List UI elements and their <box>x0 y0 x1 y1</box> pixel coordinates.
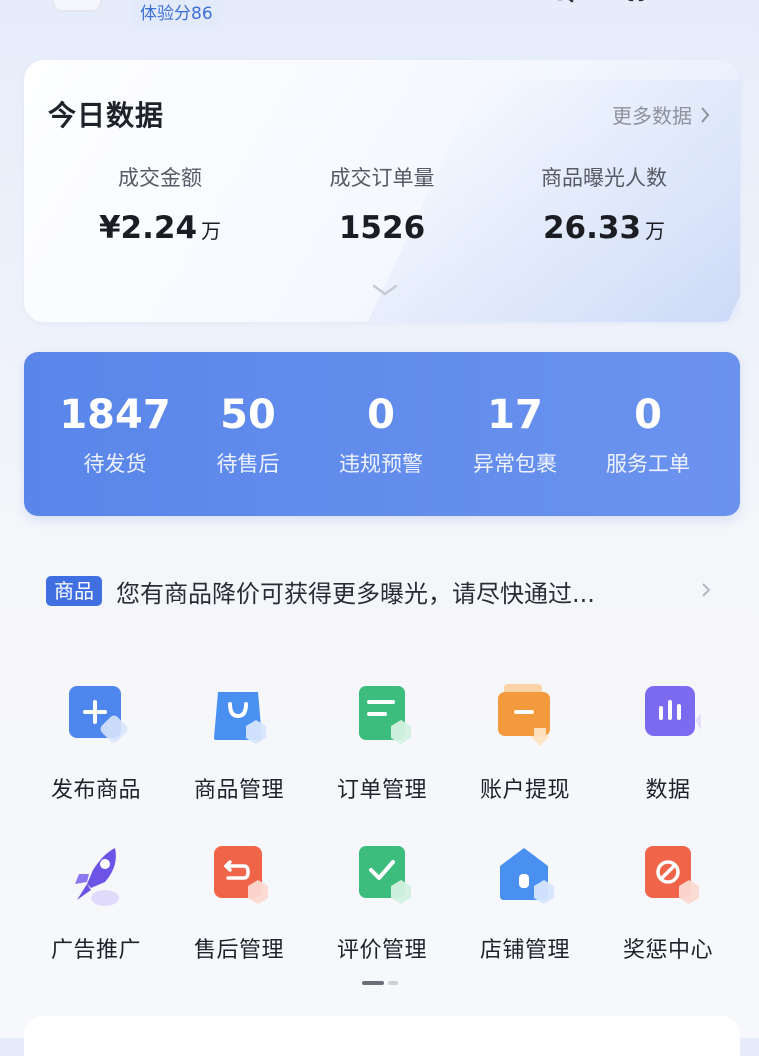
feature-label: 订单管理 <box>336 778 427 803</box>
top-bar: 体验分86 <box>0 0 759 40</box>
today-data-card: 今日数据 更多数据 成交金额 ¥2.24 万 成交订单量 1526 商品曝光人数 … <box>24 60 740 322</box>
chevron-right-icon <box>701 106 710 123</box>
metric-label: 商品曝光人数 <box>541 166 667 190</box>
stat-label: 服务工单 <box>606 452 690 476</box>
stat-service-ticket[interactable]: 0 服务工单 <box>581 392 715 478</box>
rocket-icon <box>75 848 119 906</box>
next-section-card <box>24 1016 740 1056</box>
feature-label: 商品管理 <box>193 778 284 803</box>
shop-avatar[interactable] <box>52 0 102 12</box>
feature-product-management[interactable]: 商品管理 <box>169 684 309 804</box>
stat-label: 待发货 <box>83 452 147 476</box>
feature-label: 售后管理 <box>193 938 284 963</box>
metric-exposure-users[interactable]: 商品曝光人数 26.33 万 <box>494 162 714 246</box>
more-data-link[interactable]: 更多数据 <box>612 100 710 129</box>
metric-label: 成交订单量 <box>329 166 435 190</box>
stat-pending-shipment[interactable]: 1847 待发货 <box>48 392 182 478</box>
bar-chart-icon <box>645 686 701 736</box>
order-stats-card: 1847 待发货 50 待售后 0 违规预警 17 异常包裹 0 服务工单 <box>24 352 740 516</box>
publish-product-icon <box>69 686 128 743</box>
notice-tag: 商品 <box>46 576 102 606</box>
stat-label: 待售后 <box>216 452 280 476</box>
headset-icon[interactable] <box>622 0 650 10</box>
order-list-icon <box>359 686 411 744</box>
metric-value-row: 1526 <box>272 210 492 246</box>
stat-label: 异常包裹 <box>473 452 557 476</box>
expand-chevron-down-icon[interactable] <box>370 282 400 300</box>
page-dot-active <box>362 981 384 985</box>
metric-value: ¥2.24 <box>98 210 198 246</box>
feature-label: 评价管理 <box>336 938 427 963</box>
metric-value-row: ¥2.24 万 <box>50 210 270 246</box>
feature-data[interactable]: 数据 <box>598 684 738 804</box>
message-icon[interactable] <box>698 0 726 10</box>
feature-label: 奖惩中心 <box>622 938 713 963</box>
chevron-right-icon <box>702 583 711 597</box>
feature-label: 广告推广 <box>50 938 141 963</box>
stat-pending-after-sale[interactable]: 50 待售后 <box>181 392 315 478</box>
feature-ad-promotion[interactable]: 广告推广 <box>26 844 166 964</box>
feature-label: 数据 <box>645 778 691 803</box>
stat-abnormal-package[interactable]: 17 异常包裹 <box>448 392 582 478</box>
prohibit-icon <box>645 846 699 904</box>
metric-value: 26.33 <box>542 210 642 246</box>
today-data-title: 今日数据 <box>48 99 165 132</box>
stat-value: 50 <box>220 392 276 438</box>
feature-label: 店铺管理 <box>479 938 570 963</box>
metric-deal-amount[interactable]: 成交金额 ¥2.24 万 <box>50 162 270 246</box>
stat-violation-warning[interactable]: 0 违规预警 <box>314 392 448 478</box>
stat-value: 1847 <box>59 392 171 438</box>
metric-unit: 万 <box>201 219 222 243</box>
stat-value: 0 <box>367 392 395 438</box>
feature-label: 发布商品 <box>50 778 141 803</box>
metric-label: 成交金额 <box>118 166 202 190</box>
wallet-icon <box>498 684 550 746</box>
feature-review-management[interactable]: 评价管理 <box>312 844 452 964</box>
notice-text: 您有商品降价可获得更多曝光，请尽快通过... <box>116 579 595 608</box>
metric-order-count[interactable]: 成交订单量 1526 <box>272 162 492 246</box>
feature-store-management[interactable]: 店铺管理 <box>455 844 595 964</box>
page-dot <box>388 981 398 985</box>
stat-label: 违规预警 <box>339 452 423 476</box>
experience-score-badge[interactable]: 体验分86 <box>130 0 223 28</box>
metric-value-row: 26.33 万 <box>494 210 714 246</box>
return-icon <box>214 846 268 904</box>
feature-after-sale-management[interactable]: 售后管理 <box>169 844 309 964</box>
store-icon <box>500 848 554 904</box>
feature-label: 账户提现 <box>479 778 570 803</box>
feature-publish-product[interactable]: 发布商品 <box>26 684 166 804</box>
metric-unit: 万 <box>645 219 666 243</box>
page-indicator <box>362 981 398 985</box>
shopping-bag-icon <box>214 692 266 744</box>
stat-value: 17 <box>487 392 543 438</box>
product-notice-bar[interactable]: 商品 您有商品降价可获得更多曝光，请尽快通过... <box>24 556 740 626</box>
search-icon[interactable] <box>548 0 576 10</box>
feature-reward-penalty-center[interactable]: 奖惩中心 <box>598 844 738 964</box>
feature-order-management[interactable]: 订单管理 <box>312 684 452 804</box>
stat-value: 0 <box>634 392 662 438</box>
more-data-label: 更多数据 <box>612 104 692 128</box>
feature-account-withdraw[interactable]: 账户提现 <box>455 684 595 804</box>
metric-value: 1526 <box>338 210 426 246</box>
review-check-icon <box>359 846 411 904</box>
